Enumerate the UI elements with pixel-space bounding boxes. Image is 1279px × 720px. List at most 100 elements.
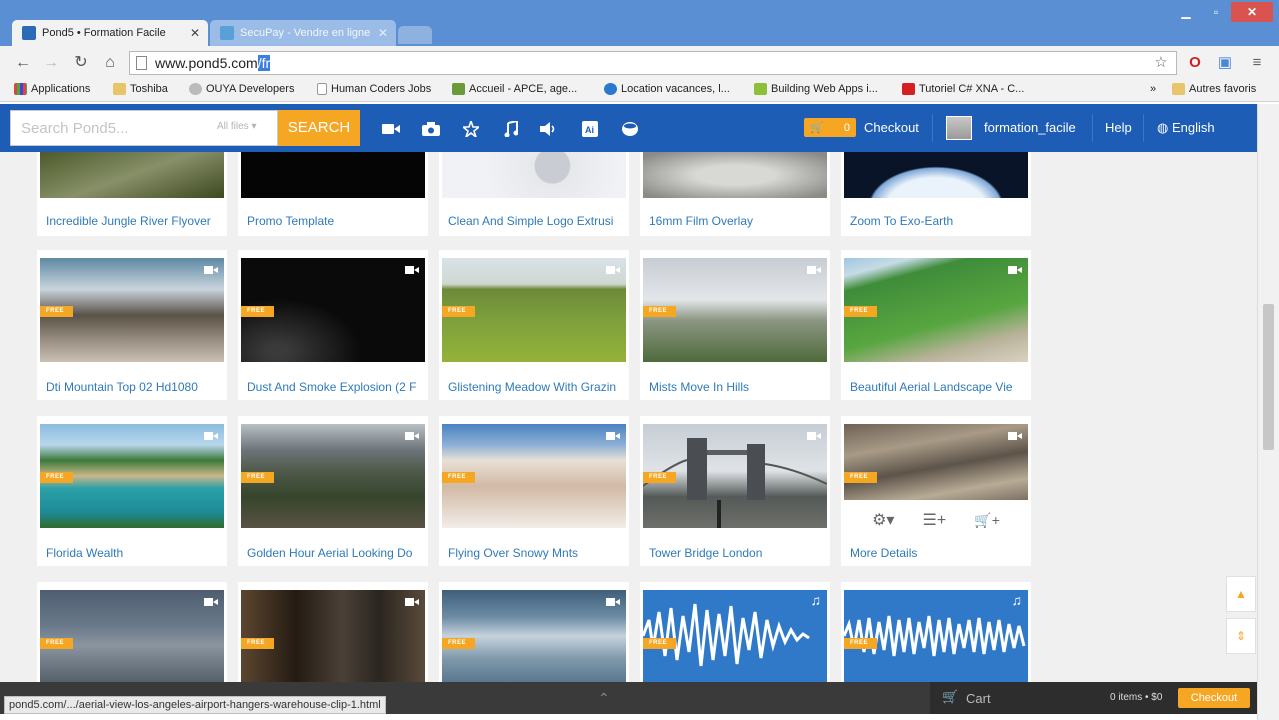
checkout-link[interactable]: Checkout — [864, 120, 919, 135]
after-effects-icon[interactable] — [461, 121, 481, 137]
bookmark-applications[interactable]: Applications — [14, 83, 90, 95]
video-icon[interactable] — [381, 121, 401, 137]
scrollbar-thumb[interactable] — [1263, 304, 1274, 450]
audio-waveform-thumbnail[interactable]: ♫ FREE — [844, 590, 1028, 682]
result-card[interactable]: FREE Dust And Smoke Explosion (2 F — [238, 250, 428, 400]
clip-thumbnail[interactable]: FREE — [40, 424, 224, 528]
cast-extension-icon[interactable]: ▣ — [1214, 53, 1236, 73]
checkout-button[interactable]: Checkout — [1178, 688, 1250, 708]
audio-waveform-thumbnail[interactable]: ♫ FREE — [643, 590, 827, 682]
clip-thumbnail[interactable]: FREE — [40, 590, 224, 682]
clip-thumbnail[interactable] — [241, 152, 425, 198]
close-icon[interactable]: ✕ — [378, 26, 388, 40]
result-card[interactable]: FREE Florida Wealth — [37, 416, 227, 566]
result-card[interactable]: FREE — [439, 582, 629, 682]
clip-title[interactable]: Dti Mountain Top 02 Hd1080 — [46, 380, 220, 394]
clip-thumbnail[interactable]: FREE — [241, 424, 425, 528]
clip-title[interactable]: Glistening Meadow With Grazin — [448, 380, 622, 394]
clip-thumbnail[interactable]: FREE — [442, 424, 626, 528]
clip-title[interactable]: Dust And Smoke Explosion (2 F — [247, 380, 421, 394]
bookmark-location[interactable]: Location vacances, l... — [604, 83, 730, 95]
clip-title[interactable]: 16mm Film Overlay — [649, 214, 823, 228]
window-close-icon[interactable]: ✕ — [1231, 2, 1273, 22]
result-card[interactable]: FREE — [238, 582, 428, 682]
bookmark-web-apps[interactable]: Building Web Apps i... — [754, 83, 878, 95]
page-scrollbar[interactable] — [1257, 104, 1279, 720]
bookmark-star-icon[interactable]: ☆ — [1150, 53, 1172, 73]
collapse-button[interactable]: ⇕ — [1226, 618, 1256, 654]
clip-title[interactable]: Golden Hour Aerial Looking Do — [247, 546, 421, 560]
result-card[interactable]: FREE Glistening Meadow With Grazin — [439, 250, 629, 400]
result-card[interactable]: FREE Dti Mountain Top 02 Hd1080 — [37, 250, 227, 400]
result-card[interactable]: FREE — [37, 582, 227, 682]
clip-title[interactable]: Flying Over Snowy Mnts — [448, 546, 622, 560]
clip-thumbnail[interactable] — [442, 152, 626, 198]
cart-dock[interactable]: 🛒 Cart 0 items • $0 Checkout — [930, 682, 1257, 714]
result-card[interactable]: Promo Template — [238, 152, 428, 236]
photo-icon[interactable] — [421, 121, 441, 137]
result-card[interactable]: FREE Flying Over Snowy Mnts — [439, 416, 629, 566]
result-card[interactable]: 16mm Film Overlay — [640, 152, 830, 236]
clip-title[interactable]: Promo Template — [247, 214, 421, 228]
clip-thumbnail[interactable]: FREE — [40, 258, 224, 362]
search-filter-select[interactable]: All files ▾ — [217, 121, 257, 132]
result-card[interactable]: FREE Tower Bridge London — [640, 416, 830, 566]
music-icon[interactable] — [501, 121, 521, 137]
back-icon[interactable]: ← — [12, 53, 34, 73]
clip-thumbnail[interactable]: FREE — [442, 590, 626, 682]
clip-thumbnail[interactable] — [40, 152, 224, 198]
clip-thumbnail[interactable]: FREE — [643, 424, 827, 528]
maximize-icon[interactable]: ▫ — [1203, 2, 1229, 22]
result-card[interactable]: Incredible Jungle River Flyover — [37, 152, 227, 236]
cart-button[interactable]: 🛒 0 — [804, 118, 856, 137]
clip-thumbnail[interactable]: FREE — [442, 258, 626, 362]
result-card[interactable]: Clean And Simple Logo Extrusi — [439, 152, 629, 236]
clip-title[interactable]: Incredible Jungle River Flyover — [46, 214, 220, 228]
bookmark-apce[interactable]: Accueil - APCE, age... — [452, 83, 577, 95]
clip-thumbnail[interactable] — [643, 152, 827, 198]
search-input[interactable] — [11, 111, 207, 145]
tab-pond5[interactable]: Pond5 • Formation Facile ✕ — [12, 20, 208, 46]
opera-extension-icon[interactable]: O — [1184, 53, 1206, 73]
result-card[interactable]: FREE Golden Hour Aerial Looking Do — [238, 416, 428, 566]
clip-title[interactable]: Clean And Simple Logo Extrusi — [448, 214, 622, 228]
bookmark-xna[interactable]: Tutoriel C# XNA - C... — [902, 83, 1024, 95]
more-details-link[interactable]: More Details — [850, 546, 1024, 560]
clip-thumbnail[interactable]: FREE — [844, 424, 1028, 500]
bookmark-ouya[interactable]: OUYA Developers — [189, 83, 294, 95]
scroll-to-top-button[interactable]: ▲ — [1226, 576, 1256, 612]
add-to-cart-icon[interactable]: 🛒+ — [974, 512, 1000, 529]
clip-title[interactable]: Beautiful Aerial Landscape Vie — [850, 380, 1024, 394]
clip-thumbnail[interactable]: FREE — [241, 258, 425, 362]
search-button[interactable]: SEARCH — [278, 110, 360, 146]
result-card[interactable]: FREE Beautiful Aerial Landscape Vie — [841, 250, 1031, 400]
bookmarks-overflow[interactable]: » — [1150, 83, 1156, 95]
3d-model-icon[interactable] — [620, 121, 640, 137]
clip-title[interactable]: Tower Bridge London — [649, 546, 823, 560]
illustrator-icon[interactable]: Ai — [580, 121, 600, 137]
chevron-up-icon[interactable]: ⌃ — [598, 690, 610, 707]
clip-thumbnail[interactable]: FREE — [643, 258, 827, 362]
address-bar[interactable]: www.pond5.com/fr — [129, 51, 1177, 75]
result-card-hovered[interactable]: FREE ⚙▾ ☰+ 🛒+ More Details — [841, 416, 1031, 566]
result-card[interactable]: Zoom To Exo-Earth — [841, 152, 1031, 236]
home-icon[interactable]: ⌂ — [99, 53, 121, 73]
clip-thumbnail[interactable]: FREE — [844, 258, 1028, 362]
language-selector[interactable]: ◍ English — [1157, 120, 1215, 136]
clip-title[interactable]: Mists Move In Hills — [649, 380, 823, 394]
clip-title[interactable]: Zoom To Exo-Earth — [850, 214, 1024, 228]
bookmark-human-coders[interactable]: Human Coders Jobs — [317, 83, 431, 95]
help-link[interactable]: Help — [1105, 120, 1132, 135]
result-card[interactable]: FREE Mists Move In Hills — [640, 250, 830, 400]
forward-icon[interactable]: → — [40, 53, 62, 73]
settings-gear-icon[interactable]: ⚙▾ — [872, 510, 894, 530]
avatar[interactable] — [946, 116, 972, 140]
menu-icon[interactable]: ≡ — [1246, 53, 1268, 73]
add-to-clipboard-icon[interactable]: ☰+ — [923, 510, 947, 530]
sound-fx-icon[interactable] — [539, 121, 559, 137]
tab-secupay[interactable]: SecuPay - Vendre en ligne ✕ — [210, 20, 396, 46]
username-link[interactable]: formation_facile — [984, 120, 1076, 135]
bookmark-toshiba[interactable]: Toshiba — [113, 83, 168, 95]
clip-thumbnail[interactable]: FREE — [241, 590, 425, 682]
clip-title[interactable]: Florida Wealth — [46, 546, 220, 560]
